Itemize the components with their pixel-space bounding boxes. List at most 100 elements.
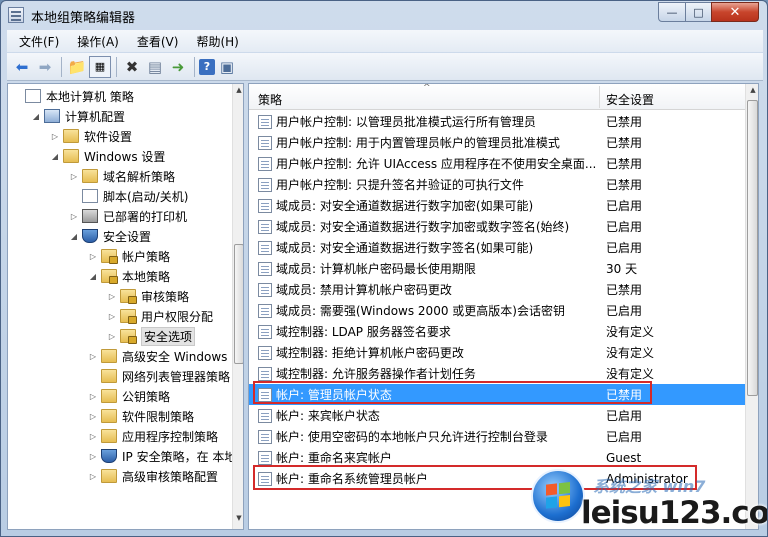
title-bar[interactable]: 本地组策略编辑器 — □ ✕: [1, 1, 767, 29]
expand-arrow-icon[interactable]: ▷: [107, 312, 117, 321]
policy-row[interactable]: 帐户: 来宾帐户状态 已启用: [249, 405, 745, 426]
tree-item[interactable]: ▷ 公钥策略: [88, 386, 170, 406]
expand-arrow-icon[interactable]: ▷: [88, 432, 98, 441]
policy-row[interactable]: 域成员: 禁用计算机帐户密码更改 已禁用: [249, 279, 745, 300]
properties-icon[interactable]: ▤: [144, 56, 166, 78]
expand-arrow-icon[interactable]: ▷: [88, 412, 98, 421]
tree-item[interactable]: 脚本(启动/关机): [69, 186, 188, 206]
tree-item[interactable]: ◢ 本地策略: [88, 266, 170, 286]
up-folder-icon[interactable]: 📁: [66, 56, 88, 78]
scroll-down-icon[interactable]: ▼: [234, 514, 243, 526]
tree-scroll-thumb[interactable]: [234, 244, 243, 364]
expand-arrow-icon[interactable]: ▷: [88, 452, 98, 461]
tree-item[interactable]: ▷ 域名解析策略: [69, 166, 175, 186]
policy-icon: [258, 450, 272, 465]
maximize-button[interactable]: □: [685, 2, 712, 22]
menu-file[interactable]: 文件(F): [7, 33, 65, 50]
policy-row[interactable]: 用户帐户控制: 只提升签名并验证的可执行文件 已禁用: [249, 174, 745, 195]
policy-row[interactable]: 域控制器: 拒绝计算机帐户密码更改 没有定义: [249, 342, 745, 363]
scroll-up-icon[interactable]: ▲: [234, 86, 243, 98]
column-header-policy[interactable]: 策略: [258, 91, 282, 108]
expand-arrow-icon[interactable]: ▷: [69, 212, 79, 221]
policy-name: 帐户: 使用空密码的本地帐户只允许进行控制台登录: [276, 430, 548, 444]
policy-row[interactable]: 用户帐户控制: 用于内置管理员帐户的管理员批准模式 已禁用: [249, 132, 745, 153]
expand-arrow-icon[interactable]: ▷: [88, 472, 98, 481]
tree-item[interactable]: ◢ 安全设置: [69, 226, 151, 246]
tree-item[interactable]: 网络列表管理器策略: [88, 366, 230, 386]
expand-arrow-icon[interactable]: ◢: [69, 232, 79, 241]
menu-view[interactable]: 查看(V): [125, 33, 185, 50]
policy-setting: 已禁用: [606, 283, 643, 297]
tree-item[interactable]: ▷ 高级审核策略配置: [88, 466, 218, 486]
expand-arrow-icon[interactable]: ▷: [50, 132, 60, 141]
column-divider[interactable]: [599, 86, 600, 108]
policy-name: 帐户: 来宾帐户状态: [276, 409, 380, 423]
expand-arrow-icon[interactable]: ◢: [31, 112, 41, 121]
tree-item-label: 审核策略: [141, 289, 190, 304]
tree-item-label: 用户权限分配: [141, 309, 214, 324]
expand-arrow-icon[interactable]: ▷: [88, 252, 98, 261]
policy-icon: [258, 198, 272, 213]
policy-row[interactable]: 域控制器: LDAP 服务器签名要求 没有定义: [249, 321, 745, 342]
folder-lock-icon: [120, 289, 137, 304]
policy-icon: [258, 282, 272, 297]
tree-item[interactable]: ▷ 帐户策略: [88, 246, 170, 266]
back-icon[interactable]: ⬅: [11, 56, 33, 78]
tree-item[interactable]: 本地计算机 策略: [12, 86, 134, 106]
pc-icon: [44, 109, 60, 123]
tree-item[interactable]: ◢ Windows 设置: [50, 146, 165, 166]
expand-arrow-icon[interactable]: ▷: [107, 332, 117, 341]
minimize-button[interactable]: —: [658, 2, 686, 22]
policy-row[interactable]: 域成员: 对安全通道数据进行数字加密(如果可能) 已启用: [249, 195, 745, 216]
expand-arrow-icon[interactable]: ▷: [88, 352, 98, 361]
toolbar-separator: [61, 56, 62, 77]
tree-scrollbar[interactable]: ▲ ▼: [232, 84, 243, 529]
policy-name: 域成员: 对安全通道数据进行数字签名(如果可能): [276, 241, 534, 255]
toolbar: ⬅ ➡ 📁 ▦ ✖ ▤ ➜ ? ▣: [7, 53, 763, 81]
policy-row[interactable]: 域成员: 对安全通道数据进行数字签名(如果可能) 已启用: [249, 237, 745, 258]
tree-item[interactable]: ▷ IP 安全策略，在 本地计算: [88, 446, 243, 466]
tree-item-label: IP 安全策略，在 本地计算: [122, 449, 243, 464]
policy-row[interactable]: 帐户: 使用空密码的本地帐户只允许进行控制台登录 已启用: [249, 426, 745, 447]
view-icon[interactable]: ▣: [216, 56, 238, 78]
policy-row[interactable]: 域成员: 需要强(Windows 2000 或更高版本)会话密钥 已启用: [249, 300, 745, 321]
tree-item[interactable]: ▷ 软件设置: [50, 126, 132, 146]
expand-arrow-icon[interactable]: ◢: [88, 272, 98, 281]
tree-item[interactable]: ▷ 软件限制策略: [88, 406, 194, 426]
delete-icon[interactable]: ✖: [121, 56, 143, 78]
expand-arrow-icon[interactable]: ◢: [50, 152, 60, 161]
tree-item[interactable]: ▷ 用户权限分配: [107, 306, 213, 326]
tree-item[interactable]: ▷ 安全选项: [107, 326, 196, 346]
policy-icon: [258, 261, 272, 276]
expand-arrow-icon[interactable]: ▷: [107, 292, 117, 301]
tree-item[interactable]: ▷ 审核策略: [107, 286, 189, 306]
policy-row[interactable]: 用户帐户控制: 允许 UIAccess 应用程序在不使用安全桌面... 已禁用: [249, 153, 745, 174]
close-button[interactable]: ✕: [711, 2, 759, 22]
policy-row[interactable]: 域成员: 计算机帐户密码最长使用期限 30 天: [249, 258, 745, 279]
forward-icon[interactable]: ➡: [34, 56, 56, 78]
expand-arrow-icon[interactable]: ▷: [69, 172, 79, 181]
list-scroll-thumb[interactable]: [747, 100, 758, 396]
policy-name: 用户帐户控制: 允许 UIAccess 应用程序在不使用安全桌面...: [276, 157, 597, 171]
menu-help[interactable]: 帮助(H): [184, 33, 244, 50]
column-header-setting[interactable]: 安全设置: [606, 91, 654, 108]
menu-action[interactable]: 操作(A): [65, 33, 125, 50]
scroll-up-icon[interactable]: ▲: [748, 86, 758, 98]
tree-item-label: 网络列表管理器策略: [122, 369, 231, 384]
tree-item[interactable]: ▷ 已部署的打印机: [69, 206, 187, 226]
policy-row[interactable]: 域成员: 对安全通道数据进行数字加密或数字签名(始终) 已启用: [249, 216, 745, 237]
expand-arrow-icon[interactable]: ▷: [88, 392, 98, 401]
export-list-icon[interactable]: ➜: [167, 56, 189, 78]
policy-name: 用户帐户控制: 用于内置管理员帐户的管理员批准模式: [276, 136, 560, 150]
tree-item[interactable]: ◢ 计算机配置: [31, 106, 125, 126]
policy-setting: 已启用: [606, 241, 643, 255]
help-icon[interactable]: ?: [199, 58, 215, 75]
show-hide-tree-icon[interactable]: ▦: [89, 55, 111, 78]
tree-item[interactable]: ▷ 应用程序控制策略: [88, 426, 218, 446]
tree-item-label: 高级审核策略配置: [122, 469, 219, 484]
policy-name: 域成员: 对安全通道数据进行数字加密(如果可能): [276, 199, 534, 213]
list-scrollbar[interactable]: ▲: [745, 84, 758, 529]
policy-row[interactable]: 用户帐户控制: 以管理员批准模式运行所有管理员 已禁用: [249, 111, 745, 132]
tree-item[interactable]: ▷ 高级安全 Windows 防火: [88, 346, 243, 366]
folder-lock-icon: [101, 269, 118, 284]
